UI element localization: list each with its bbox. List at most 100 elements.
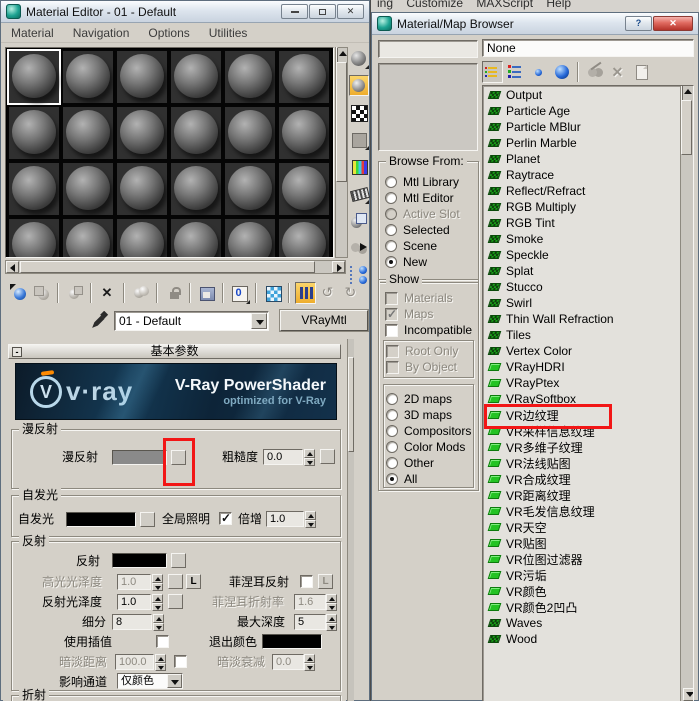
scroll-right-button[interactable] xyxy=(332,261,345,273)
clear-material-library-button[interactable] xyxy=(630,61,651,83)
fresnel-ior-field[interactable]: 1.6 xyxy=(294,594,326,610)
scroll-thumb[interactable] xyxy=(336,62,347,182)
menu-utilities[interactable]: Utilities xyxy=(209,26,248,42)
show-check-incompatible[interactable]: Incompatible xyxy=(379,322,478,338)
browse-from-option-new[interactable]: New xyxy=(379,254,478,270)
hilight-lock-button[interactable]: L xyxy=(186,574,201,589)
roughness-spinner[interactable] xyxy=(304,449,315,466)
reset-map-button[interactable] xyxy=(97,282,118,304)
show-map-in-viewport-button[interactable] xyxy=(262,282,283,304)
map-list-item[interactable]: Perlin Marble xyxy=(484,135,678,151)
hilight-glossiness-map-button[interactable] xyxy=(168,574,183,589)
map-list-item[interactable]: VR天空 xyxy=(484,519,678,535)
close-button[interactable]: ✕ xyxy=(653,16,693,31)
sample-slot[interactable] xyxy=(169,49,223,105)
show-end-result-button[interactable] xyxy=(295,282,316,304)
checkbox[interactable] xyxy=(386,360,399,374)
radio-button[interactable] xyxy=(386,409,398,421)
max-depth-spinner[interactable] xyxy=(326,614,337,631)
map-filter-2d-maps[interactable]: 2D maps xyxy=(380,391,473,407)
map-list-item[interactable]: Particle MBlur xyxy=(484,119,678,135)
sample-slot[interactable] xyxy=(61,105,115,161)
use-interpolation-checkbox[interactable] xyxy=(156,635,169,648)
reflection-glossiness-field[interactable]: 1.0 xyxy=(117,594,151,610)
sample-slot[interactable] xyxy=(61,49,115,105)
map-list-item[interactable]: Thin Wall Refraction xyxy=(484,311,678,327)
radio-button[interactable] xyxy=(386,393,398,405)
fresnel-lock-button[interactable]: L xyxy=(318,574,333,589)
radio-button[interactable] xyxy=(385,256,397,268)
radio-button[interactable] xyxy=(386,441,398,453)
fresnel-ior-spinner[interactable] xyxy=(326,594,337,611)
map-list-item[interactable]: RGB Tint xyxy=(484,215,678,231)
help-button[interactable]: ? xyxy=(625,16,652,31)
sample-slot[interactable] xyxy=(223,105,277,161)
reflection-glossiness-spinner[interactable] xyxy=(152,594,163,611)
map-filter-color-mods[interactable]: Color Mods xyxy=(380,439,473,455)
sample-slot[interactable] xyxy=(277,217,331,257)
dim-distance-spinner[interactable] xyxy=(155,654,166,671)
menu-navigation[interactable]: Navigation xyxy=(73,26,130,42)
dim-falloff-field[interactable]: 0.0 xyxy=(272,654,304,670)
reflection-map-button[interactable] xyxy=(171,553,186,568)
sample-slot[interactable] xyxy=(277,161,331,217)
make-preview-button[interactable] xyxy=(349,183,369,204)
browse-from-option-selected[interactable]: Selected xyxy=(379,222,478,238)
map-filter-all[interactable]: All xyxy=(380,471,473,487)
map-list-item[interactable]: Waves xyxy=(484,615,678,631)
browse-from-option-mtl-library[interactable]: Mtl Library xyxy=(379,174,478,190)
show-check-by-object[interactable]: By Object xyxy=(380,359,473,375)
max-depth-field[interactable]: 5 xyxy=(294,614,326,630)
collapse-icon[interactable]: - xyxy=(12,347,22,357)
checkbox[interactable] xyxy=(385,307,398,321)
dim-falloff-spinner[interactable] xyxy=(304,654,315,671)
multiplier-field[interactable]: 1.0 xyxy=(266,511,304,527)
view-list-button[interactable] xyxy=(482,61,503,83)
map-list-item[interactable]: Raytrace xyxy=(484,167,678,183)
menu-options[interactable]: Options xyxy=(148,26,189,42)
sample-slot[interactable] xyxy=(115,217,169,257)
search-input[interactable] xyxy=(378,40,478,58)
radio-button[interactable] xyxy=(385,192,397,204)
sample-slot[interactable] xyxy=(115,49,169,105)
view-large-icons-button[interactable] xyxy=(551,61,572,83)
roughness-map-button[interactable] xyxy=(320,449,335,464)
sample-slots-vertical-scrollbar[interactable] xyxy=(335,47,348,258)
map-list-item[interactable]: VR合成纹理 xyxy=(484,471,678,487)
scroll-up-button[interactable] xyxy=(681,86,683,101)
sample-slot[interactable] xyxy=(223,161,277,217)
map-list-item[interactable]: Speckle xyxy=(484,247,678,263)
exit-color-swatch[interactable] xyxy=(262,634,322,649)
basic-parameters-rollout-header[interactable]: - 基本参数 xyxy=(8,344,341,359)
make-material-copy-button[interactable] xyxy=(130,282,151,304)
map-list-item[interactable]: Reflect/Refract xyxy=(484,183,678,199)
map-list-item[interactable]: RGB Multiply xyxy=(484,199,678,215)
subdivs-spinner[interactable] xyxy=(153,614,164,631)
sample-slot[interactable] xyxy=(277,49,331,105)
map-list-item[interactable]: VRayHDRI xyxy=(484,359,678,375)
view-small-icons-button[interactable] xyxy=(528,61,549,83)
scroll-left-button[interactable] xyxy=(6,261,19,273)
sample-slot[interactable] xyxy=(61,217,115,257)
radio-button[interactable] xyxy=(386,425,398,437)
put-material-to-scene-button[interactable] xyxy=(31,282,52,304)
gi-checkbox[interactable] xyxy=(219,511,232,525)
fresnel-checkbox[interactable] xyxy=(300,575,313,588)
sample-slot[interactable] xyxy=(115,161,169,217)
sample-slot[interactable] xyxy=(223,49,277,105)
map-list-item[interactable]: VR贴图 xyxy=(484,535,678,551)
maximize-button[interactable] xyxy=(309,4,336,19)
show-check-maps[interactable]: Maps xyxy=(379,306,478,322)
close-button[interactable]: ✕ xyxy=(337,4,364,19)
view-list-plus-button[interactable] xyxy=(505,61,526,83)
pick-material-eyedropper-icon[interactable] xyxy=(91,310,109,329)
checkbox[interactable] xyxy=(385,323,398,337)
material-editor-titlebar[interactable]: Material Editor - 01 - Default ✕ xyxy=(1,1,369,23)
reflection-glossiness-map-button[interactable] xyxy=(168,594,183,609)
self-illumination-color-swatch[interactable] xyxy=(66,512,136,527)
material-options-button[interactable] xyxy=(349,210,369,231)
map-list-item[interactable]: VR颜色 xyxy=(484,583,678,599)
browser-titlebar[interactable]: Material/Map Browser ? ✕ xyxy=(372,13,698,35)
minimize-button[interactable] xyxy=(281,4,308,19)
radio-button[interactable] xyxy=(385,240,397,252)
